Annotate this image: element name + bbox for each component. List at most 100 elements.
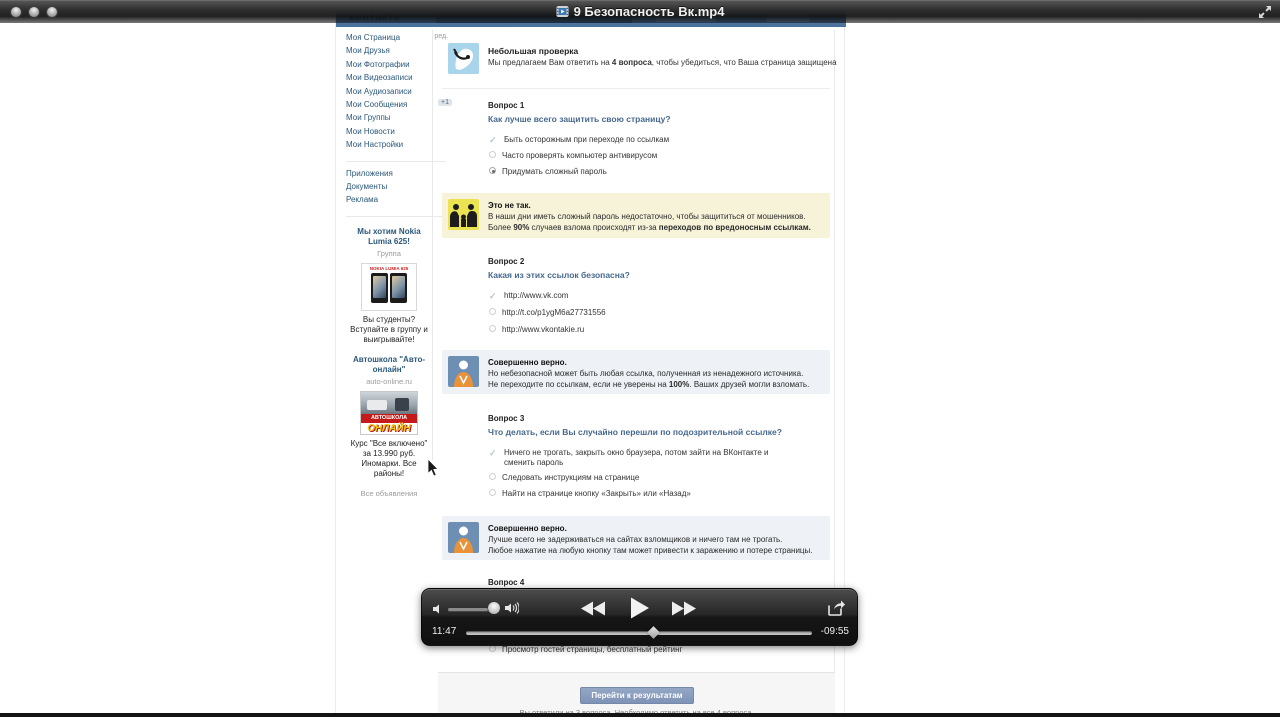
- person-icon: [448, 522, 479, 553]
- callout-correct-1: Совершенно верно. Но небезопасной может …: [442, 350, 830, 394]
- callout-correct-2: Совершенно верно. Лучше всего не задержи…: [442, 516, 830, 560]
- option-label: http://t.co/p1ygM6a27731556: [502, 308, 606, 318]
- sidebar-item-videos[interactable]: Мои Видеозаписи: [346, 73, 432, 86]
- option-label: Найти на странице кнопку «Закрыть» или «…: [502, 489, 691, 499]
- radio-icon[interactable]: [489, 325, 496, 332]
- q4-option[interactable]: Просмотр гостей страницы, бесплатный рей…: [489, 645, 682, 655]
- sidebar-item-label: Мои Видеозаписи: [346, 73, 413, 82]
- fullscreen-icon[interactable]: [1257, 4, 1273, 20]
- question-3-title: Что делать, если Вы случайно перешли по …: [488, 427, 782, 437]
- check-icon: [489, 135, 498, 144]
- radio-icon[interactable]: [489, 308, 496, 315]
- question-2-title: Какая из этих ссылок безопасна?: [488, 270, 630, 280]
- question-4-label: Вопрос 4: [488, 578, 524, 587]
- sidebar-item-audio[interactable]: Мои Аудиозаписи: [346, 87, 432, 100]
- sidebar-item-label: Мои Группы: [346, 113, 391, 122]
- ad-photo: [361, 392, 417, 414]
- callout-line: Более 90% случаев взлома происходят из-з…: [488, 222, 822, 233]
- check-icon: [489, 291, 498, 300]
- callout-text: Совершенно верно. Лучше всего не задержи…: [488, 516, 830, 563]
- play-button[interactable]: [630, 597, 650, 624]
- callout-wrong-answer: Это не так. В наши дни иметь сложный пар…: [442, 193, 830, 238]
- ad-image[interactable]: АВТОШКОЛА ОНЛАЙН: [360, 391, 418, 435]
- timeline-scrubber-track[interactable]: [466, 631, 812, 635]
- sidebar-item-settings[interactable]: Мои Настройки: [346, 140, 432, 153]
- unread-count-badge: +1: [438, 99, 452, 106]
- sidebar-item-label: Мои Сообщения: [346, 100, 407, 109]
- ad-driving-school: Автошкола "Авто-онлайн" auto-online.ru А…: [346, 355, 432, 479]
- sidebar-item-ads[interactable]: Реклама: [346, 195, 432, 208]
- window-titlebar[interactable]: 9 Безопасность Вк.mp4: [0, 0, 1280, 23]
- sidebar-item-documents[interactable]: Документы: [346, 182, 432, 195]
- ad-subtitle: auto-online.ru: [346, 377, 432, 386]
- sidebar-item-news[interactable]: Мои Новости: [346, 127, 432, 140]
- sidebar-item-label: Приложения: [346, 169, 393, 178]
- sidebar-section-divider: [346, 154, 446, 162]
- transport-controls: [422, 597, 857, 624]
- q2-option-2[interactable]: http://t.co/p1ygM6a27731556: [489, 308, 606, 318]
- go-to-results-button[interactable]: Перейти к результатам: [580, 687, 694, 704]
- q2-option-3[interactable]: http://www.vkontakie.ru: [489, 325, 584, 335]
- window-title: 9 Безопасность Вк.mp4: [0, 4, 1280, 19]
- share-icon[interactable]: [828, 600, 845, 621]
- fast-forward-button[interactable]: [672, 601, 698, 621]
- person-icon: [448, 356, 479, 387]
- ad-title-link[interactable]: Автошкола "Авто-онлайн": [347, 355, 431, 375]
- option-label: Часто проверять компьютер антивирусом: [502, 151, 657, 161]
- quiz-footer: Перейти к результатам Вы ответили на 3 в…: [438, 672, 835, 713]
- rewind-button[interactable]: [581, 601, 607, 621]
- q3-option-3[interactable]: Найти на странице кнопку «Закрыть» или «…: [489, 489, 691, 499]
- sidebar-item-my-page[interactable]: Моя Страница ред.: [346, 33, 432, 46]
- ad-caption: Курс "Все включено" за 13.990 руб. Инома…: [347, 439, 431, 479]
- radio-selected-icon[interactable]: [489, 167, 496, 174]
- vk-sidebar: Моя Страница ред. Мои Друзья Мои Фотогра…: [346, 33, 432, 498]
- question-1-title: Как лучше всего защитить свою страницу?: [488, 114, 671, 124]
- all-ads-link[interactable]: Все объявления: [346, 489, 432, 498]
- video-file-icon: [556, 5, 569, 18]
- q3-option-1[interactable]: Ничего не трогать, закрыть окно браузера…: [489, 448, 776, 467]
- sidebar-item-messages[interactable]: Мои Сообщения +1: [346, 100, 432, 113]
- sidebar-item-label: Мои Фотографии: [346, 60, 410, 69]
- edit-link[interactable]: ред.: [434, 33, 448, 40]
- checkup-icon: [448, 43, 479, 74]
- question-1-label: Вопрос 1: [488, 101, 524, 110]
- sidebar-item-label: Мои Новости: [346, 127, 395, 136]
- radio-icon[interactable]: [489, 473, 496, 480]
- q2-option-1[interactable]: http://www.vk.com: [489, 291, 568, 301]
- callout-line: Не переходите по ссылкам, если не уверен…: [488, 379, 822, 390]
- quiz-description-text: Мы предлагаем Вам ответить на: [488, 58, 612, 67]
- q3-option-2[interactable]: Следовать инструкциям на странице: [489, 473, 639, 483]
- question-3-label: Вопрос 3: [488, 414, 524, 423]
- callout-text: Это не так. В наши дни иметь сложный пар…: [488, 193, 830, 240]
- radio-icon[interactable]: [489, 151, 496, 158]
- q1-option-1[interactable]: Быть осторожным при переходе по ссылкам: [489, 135, 669, 145]
- sidebar-divider: [432, 30, 433, 460]
- phone-image: [390, 273, 407, 303]
- divider: [442, 88, 830, 89]
- ad-nokia: Мы хотим Nokia Lumia 625! Группа NOKIA L…: [346, 227, 432, 345]
- ad-image[interactable]: NOKIA LUMIA 625: [361, 263, 417, 311]
- callout-title: Это не так.: [488, 200, 822, 211]
- option-label: Просмотр гостей страницы, бесплатный рей…: [502, 645, 682, 655]
- sidebar-item-friends[interactable]: Мои Друзья: [346, 46, 432, 59]
- option-label: Ничего не трогать, закрыть окно браузера…: [504, 448, 776, 467]
- quiz-description-text: , чтобы убедиться, что Ваша страница защ…: [652, 58, 837, 67]
- sidebar-item-photos[interactable]: Мои Фотографии: [346, 60, 432, 73]
- sidebar-item-groups[interactable]: Мои Группы: [346, 113, 432, 126]
- quicktime-window: контакте Моя Страница ред. Мои Друзья Мо…: [0, 0, 1280, 720]
- ad-title-link[interactable]: Мы хотим Nokia Lumia 625!: [347, 227, 431, 247]
- elapsed-time: 11:47: [432, 626, 456, 637]
- option-label: http://www.vkontakie.ru: [502, 325, 584, 335]
- radio-icon[interactable]: [489, 489, 496, 496]
- callout-line: Любое нажатие на любую кнопку там может …: [488, 545, 822, 556]
- window-bottom-edge: [0, 713, 1280, 717]
- check-icon: [489, 448, 498, 457]
- sidebar-item-apps[interactable]: Приложения: [346, 169, 432, 182]
- q1-option-3[interactable]: Придумать сложный пароль: [489, 167, 607, 177]
- sidebar-item-label: Моя Страница: [346, 33, 400, 42]
- scrubber-diamond[interactable]: [647, 626, 660, 639]
- callout-line: Но небезопасной может быть любая ссылка,…: [488, 368, 822, 379]
- q1-option-2[interactable]: Часто проверять компьютер антивирусом: [489, 151, 657, 161]
- radio-icon[interactable]: [489, 645, 496, 652]
- player-controls-hud[interactable]: 11:47 -09:55: [421, 588, 858, 646]
